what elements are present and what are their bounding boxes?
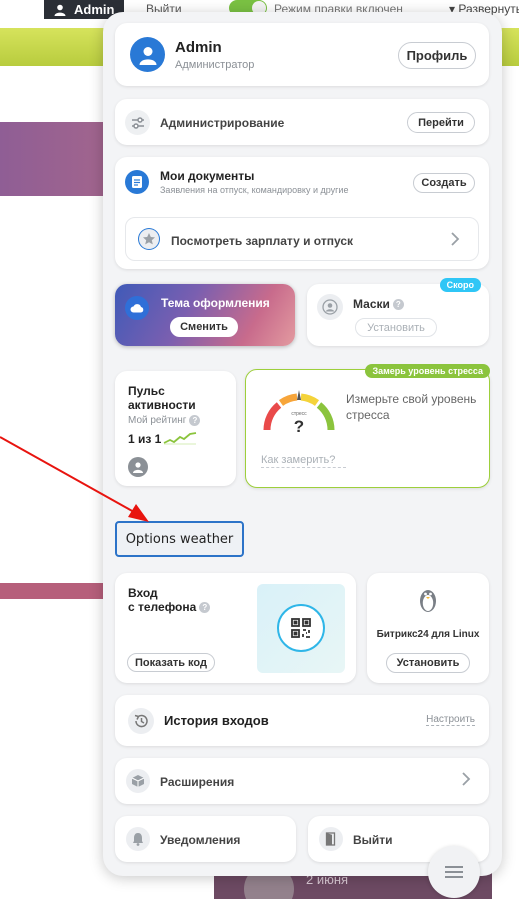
masks-card: Маски? Скоро Установить <box>307 278 489 346</box>
phone-login-line1: Вход <box>128 586 158 600</box>
avatar[interactable] <box>130 37 165 72</box>
background-strip <box>0 583 110 599</box>
linux-install-button[interactable]: Установить <box>386 653 470 673</box>
help-icon[interactable]: ? <box>392 299 404 311</box>
notifications-label: Уведомления <box>160 833 241 847</box>
linux-penguin-icon <box>415 587 441 613</box>
pulse-rating-label: Мой рейтинг? <box>128 415 201 427</box>
user-icon <box>54 4 66 16</box>
sliders-icon <box>125 110 150 135</box>
history-icon <box>128 708 154 734</box>
help-icon[interactable]: ? <box>189 415 201 426</box>
pulse-card[interactable]: Пульс активности Мой рейтинг? 1 из 1 <box>115 371 236 486</box>
administration-label: Администрирование <box>160 116 285 130</box>
hamburger-icon <box>445 866 463 878</box>
profile-popup: Admin Администратор Профиль Администриро… <box>103 12 502 898</box>
chevron-right-icon <box>462 772 471 786</box>
stress-gauge-icon: стресс ? <box>263 390 335 436</box>
theme-change-button[interactable]: Сменить <box>170 317 238 337</box>
documents-create-button[interactable]: Создать <box>413 173 475 193</box>
linux-card: Битрикс24 для Linux Установить <box>367 573 489 683</box>
extensions-card[interactable]: Расширения <box>115 758 489 804</box>
documents-subtitle: Заявления на отпуск, командировку и друг… <box>160 185 349 195</box>
masks-title: Маски? <box>353 297 404 311</box>
user-icon <box>139 46 156 65</box>
documents-card: Мои документы Заявления на отпуск, коман… <box>115 157 489 269</box>
user-avatar-icon <box>128 457 148 477</box>
theme-card[interactable]: Тема оформления Сменить <box>115 284 295 346</box>
package-icon <box>126 769 150 793</box>
cloud-icon <box>125 296 149 320</box>
document-icon <box>125 170 149 194</box>
pulse-rating-text: Мой рейтинг <box>128 415 187 427</box>
login-history-card[interactable]: История входов Настроить <box>115 695 489 746</box>
pulse-rank: 1 из 1 <box>128 432 162 446</box>
masks-install-button: Установить <box>355 318 437 337</box>
stress-card[interactable]: Замерь уровень стресса стресс ? Измерьте… <box>245 364 490 488</box>
qr-preview[interactable] <box>257 584 345 673</box>
profile-card: Admin Администратор Профиль <box>115 23 489 86</box>
top-user-name: Admin <box>74 2 115 17</box>
mask-icon <box>317 294 343 320</box>
qr-code-icon <box>277 604 325 652</box>
linux-title: Битрикс24 для Linux <box>376 629 480 640</box>
door-icon <box>319 827 343 851</box>
salary-link-label: Посмотреть зарплату и отпуск <box>171 234 353 248</box>
background-panel <box>0 122 110 196</box>
theme-title: Тема оформления <box>161 296 270 310</box>
notifications-card[interactable]: Уведомления <box>115 816 296 862</box>
bell-icon <box>126 827 150 851</box>
pulse-title-line1: Пульс <box>128 384 165 398</box>
phone-login-card: Вход с телефона? Показать код <box>115 573 356 683</box>
star-icon <box>138 228 160 250</box>
profile-button[interactable]: Профиль <box>398 42 476 69</box>
stress-gauge-value: ? <box>294 417 304 436</box>
menu-button[interactable] <box>428 846 480 898</box>
profile-role: Администратор <box>175 59 255 71</box>
administration-go-button[interactable]: Перейти <box>407 112 475 133</box>
documents-title: Мои документы <box>160 169 255 183</box>
logout-label: Выйти <box>353 833 393 847</box>
pulse-title: Пульс активности <box>128 384 196 412</box>
options-weather-button[interactable]: Options weather <box>115 521 244 557</box>
chevron-right-icon <box>451 232 460 246</box>
login-history-label: История входов <box>164 713 269 728</box>
stress-tag: Замерь уровень стресса <box>365 364 490 378</box>
phone-login-title: Вход с телефона? <box>128 586 211 614</box>
profile-name: Admin <box>175 39 222 56</box>
pulse-title-line2: активности <box>128 398 196 412</box>
login-history-configure-link[interactable]: Настроить <box>426 714 475 726</box>
phone-login-line2: с телефона <box>128 600 197 614</box>
extensions-label: Расширения <box>160 775 235 789</box>
salary-link[interactable]: Посмотреть зарплату и отпуск <box>125 217 479 261</box>
stress-how-link[interactable]: Как замерить? <box>261 454 346 468</box>
administration-card[interactable]: Администрирование Перейти <box>115 99 489 145</box>
soon-badge: Скоро <box>439 278 481 292</box>
stress-text: Измерьте свой уровень стресса <box>346 392 477 422</box>
masks-title-text: Маски <box>353 297 390 311</box>
show-code-button[interactable]: Показать код <box>127 653 215 672</box>
sparkline-icon <box>163 432 197 445</box>
help-icon[interactable]: ? <box>199 602 211 614</box>
